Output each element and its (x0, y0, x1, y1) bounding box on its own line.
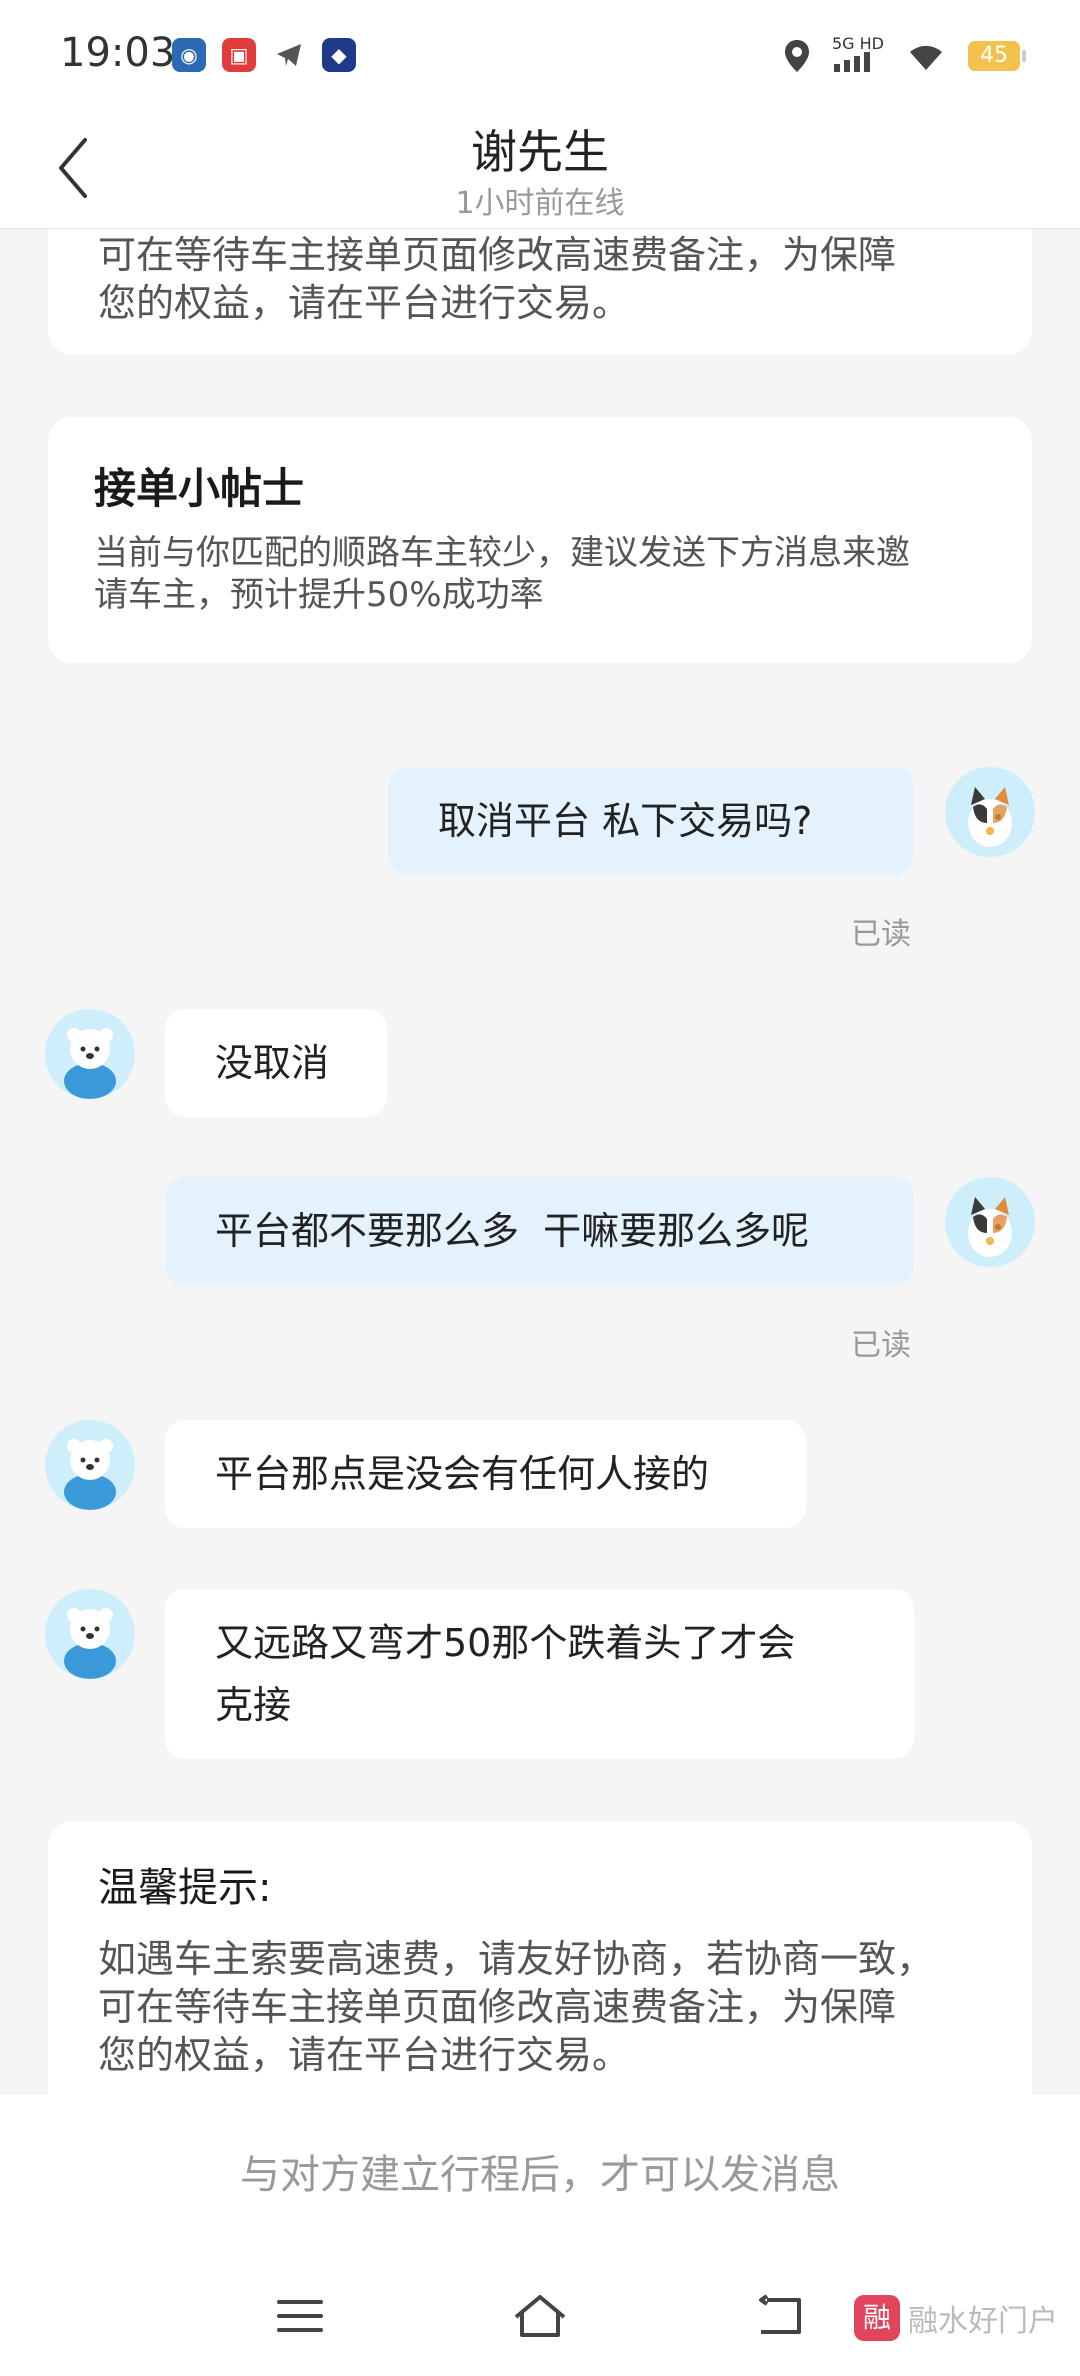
contact-avatar[interactable] (45, 1420, 135, 1510)
return-icon (759, 2294, 801, 2334)
signal-icon (833, 52, 870, 72)
warm-tip-line: 您的权益，请在平台进行交易。 (98, 2033, 631, 2077)
message-text: 没取消 (215, 1041, 330, 1085)
back-nav-button[interactable] (745, 2281, 815, 2351)
home-button[interactable] (505, 2281, 575, 2351)
status-icons-right: 5G HD 45 (784, 36, 1026, 76)
message-text-line: 克接 (215, 1683, 292, 1727)
message-text-line: 又远路又弯才50那个跌着头了才会 (215, 1621, 796, 1665)
warm-tip-card: 温馨提示: 如遇车主索要高速费，请友好协商，若协商一致， 可在等待车主接单页面修… (48, 1821, 1032, 2095)
message-text: 平台都不要那么多 干嘛要那么多呢 (215, 1209, 810, 1253)
contact-name: 谢先生 (471, 125, 609, 179)
contact-avatar[interactable] (45, 1009, 135, 1099)
system-nav-bar: 融 融水好门户 (0, 2255, 1080, 2376)
messaging-disabled-notice: 与对方建立行程后，才可以发消息 (0, 2095, 1080, 2255)
watermark-text: 融水好门户 (908, 2304, 1058, 2339)
bear-avatar-icon (45, 1420, 135, 1510)
order-tips-line: 当前与你匹配的顺路车主较少，建议发送下方消息来邀 (94, 533, 910, 573)
message-text: 平台那点是没会有任何人接的 (215, 1452, 710, 1496)
telegram-icon (272, 38, 306, 72)
shield-app-icon: ◉ (172, 38, 206, 72)
watermark-logo: 融 (854, 2295, 900, 2341)
message-bubble-received[interactable]: 平台那点是没会有任何人接的 (165, 1420, 806, 1528)
battery-indicator: 45 (968, 41, 1026, 71)
chat-area[interactable]: 可在等待车主接单页面修改高速费备注，为保障 您的权益，请在平台进行交易。 接单小… (0, 229, 1080, 2095)
read-status: 已读 (851, 1328, 911, 1363)
menu-icon (277, 2300, 323, 2332)
warm-tip-card-top: 可在等待车主接单页面修改高速费备注，为保障 您的权益，请在平台进行交易。 (48, 229, 1032, 355)
status-bar: 19:03 ◉ ▣ ◆ 5G HD 45 (0, 0, 1080, 110)
warm-tip-line: 如遇车主索要高速费，请友好协商，若协商一致， (98, 1937, 935, 1981)
warm-tip-title: 温馨提示: (98, 1865, 272, 1911)
contact-avatar[interactable] (45, 1589, 135, 1679)
location-icon (784, 40, 809, 72)
signal-indicator: 5G HD (832, 36, 884, 76)
order-tips-card: 接单小帖士 当前与你匹配的顺路车主较少，建议发送下方消息来邀 请车主，预计提升5… (48, 417, 1032, 663)
warm-tip-line: 您的权益，请在平台进行交易。 (98, 281, 631, 325)
online-status: 1小时前在线 (455, 186, 625, 221)
message-bubble-received[interactable]: 又远路又弯才50那个跌着头了才会 克接 (165, 1589, 914, 1759)
message-bubble-received[interactable]: 没取消 (165, 1009, 387, 1117)
vpn-app-icon: ◆ (322, 38, 356, 72)
news-app-icon: ▣ (222, 38, 256, 72)
watermark: 融 融水好门户 (854, 2295, 1058, 2341)
home-icon (514, 2295, 566, 2337)
message-bubble-sent[interactable]: 取消平台 私下交易吗? (388, 767, 914, 875)
network-label: 5G HD (831, 34, 884, 53)
message-bubble-sent[interactable]: 平台都不要那么多 干嘛要那么多呢 (165, 1177, 914, 1285)
chat-header: 谢先生 1小时前在线 (0, 110, 1080, 229)
bear-avatar-icon (45, 1589, 135, 1679)
wifi-icon (910, 45, 942, 70)
menu-button[interactable] (265, 2281, 335, 2351)
cat-avatar-icon (945, 767, 1035, 857)
order-tips-line: 请车主，预计提升50%成功率 (94, 575, 544, 615)
cat-avatar-icon (945, 1177, 1035, 1267)
my-avatar[interactable] (945, 767, 1035, 857)
notification-icons: ◉ ▣ ◆ (172, 38, 356, 72)
clock: 19:03 (60, 30, 176, 76)
my-avatar[interactable] (945, 1177, 1035, 1267)
order-tips-title: 接单小帖士 (94, 464, 305, 513)
warm-tip-line: 可在等待车主接单页面修改高速费备注，为保障 (98, 233, 897, 277)
warm-tip-line: 可在等待车主接单页面修改高速费备注，为保障 (98, 1985, 897, 2029)
bear-avatar-icon (45, 1009, 135, 1099)
message-text: 取消平台 私下交易吗? (438, 799, 813, 843)
read-status: 已读 (851, 917, 911, 952)
